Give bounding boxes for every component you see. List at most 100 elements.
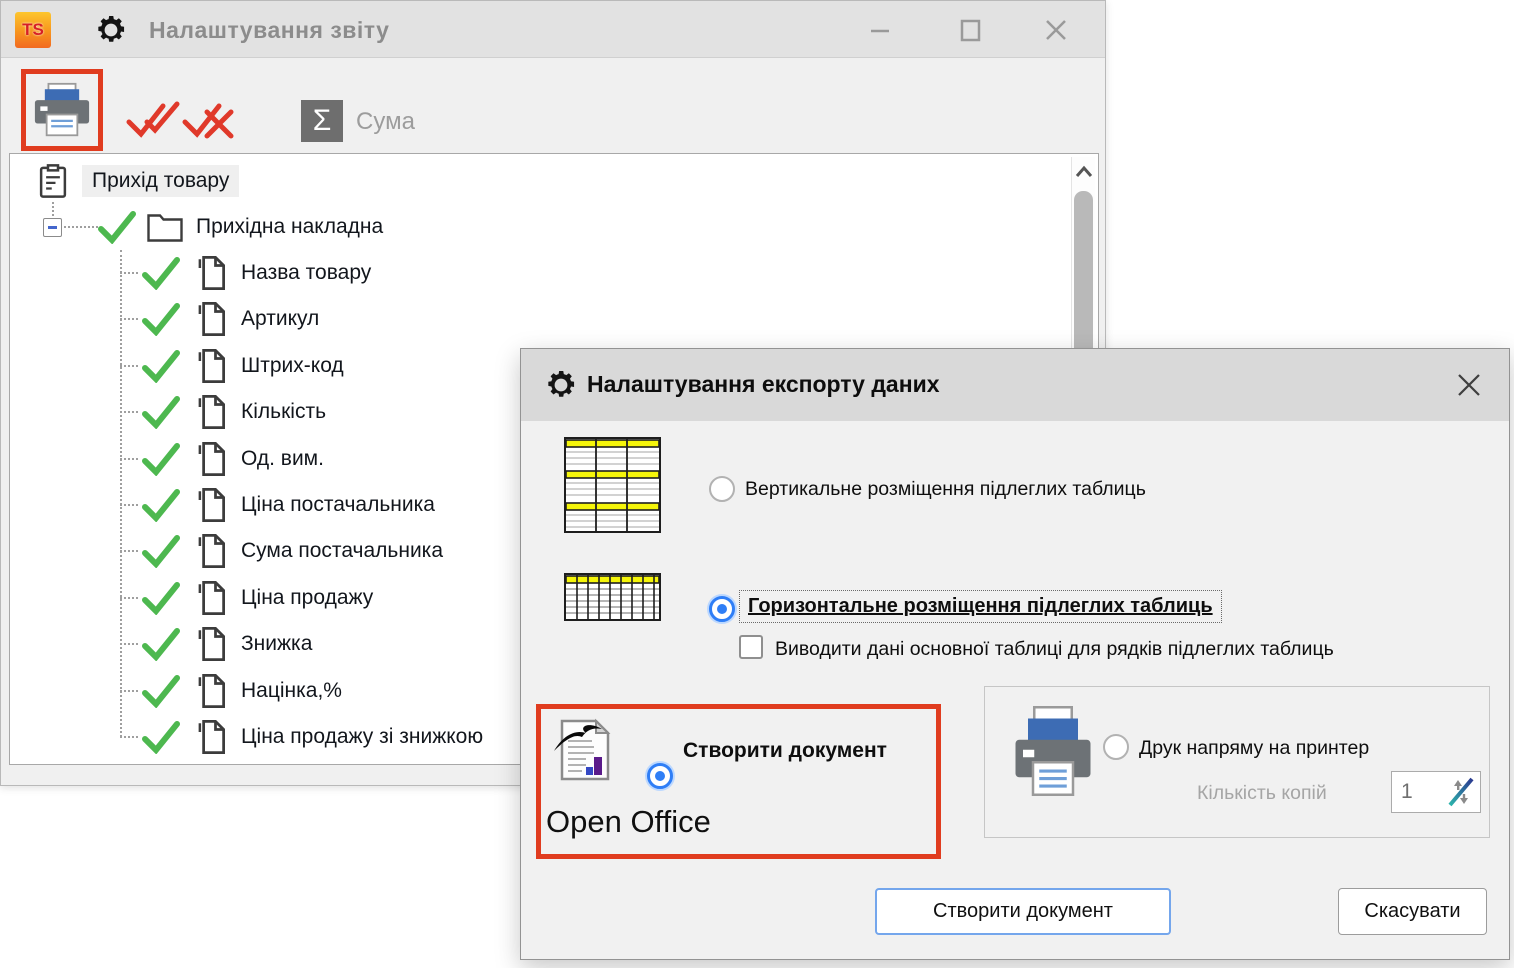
check-icon[interactable] <box>140 488 182 522</box>
tree-field-row[interactable]: Артикул <box>10 296 319 342</box>
printer-icon <box>1013 701 1093 801</box>
gear-icon <box>95 14 127 46</box>
sum-button[interactable]: Σ <box>301 100 343 142</box>
tree-field-row[interactable]: Кількість <box>10 389 326 435</box>
tree-connector <box>120 643 138 645</box>
tree-connector <box>120 458 138 460</box>
report-toolbar: Σ Сума <box>1 58 1105 153</box>
field-page-icon <box>198 626 228 662</box>
main-table-rows-label[interactable]: Виводити дані основної таблиці для рядкі… <box>775 638 1334 661</box>
tree-field-label: Штрих-код <box>241 354 344 378</box>
tree-field-label: Кількість <box>241 400 326 424</box>
copies-input[interactable] <box>1392 772 1442 812</box>
close-button[interactable] <box>1039 15 1073 45</box>
direct-print-label[interactable]: Друк напряму на принтер <box>1139 737 1369 760</box>
check-icon[interactable] <box>140 581 182 615</box>
field-page-icon <box>198 673 228 709</box>
export-titlebar[interactable]: Налаштування експорту даних <box>521 349 1509 421</box>
direct-print-radio[interactable] <box>1103 734 1129 760</box>
minimize-button[interactable] <box>863 15 897 45</box>
folder-icon <box>146 211 184 243</box>
collapse-expander[interactable] <box>43 218 62 237</box>
check-icon[interactable] <box>140 395 182 429</box>
app-logo: TS <box>15 12 51 48</box>
check-icon[interactable] <box>140 627 182 661</box>
horizontal-layout-label[interactable]: Горизонтальне розміщення підлеглих табли… <box>748 595 1213 617</box>
export-window-title: Налаштування експорту даних <box>587 371 940 398</box>
uncheck-all-button[interactable] <box>181 98 237 145</box>
create-document-button-label: Створити документ <box>933 900 1113 923</box>
field-page-icon <box>198 719 228 755</box>
tree-field-label: Націнка,% <box>241 679 342 703</box>
tree-connector <box>120 736 138 738</box>
tree-field-row[interactable]: Ціна постачальника <box>10 482 435 528</box>
vertical-layout-label[interactable]: Вертикальне розміщення підлеглих таблиць <box>745 478 1146 501</box>
scroll-up-icon[interactable] <box>1075 165 1093 179</box>
field-page-icon <box>198 580 228 616</box>
field-page-icon <box>198 487 228 523</box>
check-icon[interactable] <box>140 302 182 336</box>
gear-icon <box>545 369 577 401</box>
tree-connector <box>120 597 138 599</box>
tree-field-label: Сума постачальника <box>241 539 443 563</box>
field-page-icon <box>198 255 228 291</box>
check-all-button[interactable] <box>125 98 181 145</box>
check-icon[interactable] <box>96 210 138 244</box>
horizontal-layout-radio[interactable] <box>709 596 735 622</box>
direct-print-group: Друк напряму на принтер Кількість копій <box>984 686 1490 838</box>
sum-label: Сума <box>356 108 415 136</box>
tree-field-row[interactable]: Сума постачальника <box>10 528 443 574</box>
report-titlebar[interactable]: TS Налаштування звіту <box>1 1 1105 58</box>
tree-field-row[interactable]: Ціна продажу зі знижкою <box>10 714 483 760</box>
tree-field-row[interactable]: Од. вим. <box>10 436 324 482</box>
tree-group-label: Прихідна накладна <box>196 215 383 239</box>
tree-field-row[interactable]: Назва товару <box>10 250 371 296</box>
tree-field-label: Ціна продажу <box>241 586 373 610</box>
tree-root-row[interactable]: Прихід товару <box>38 158 239 204</box>
tree-connector <box>120 550 138 552</box>
field-page-icon <box>198 394 228 430</box>
print-button-highlighted[interactable] <box>21 69 103 151</box>
tree-field-label: Ціна постачальника <box>241 493 435 517</box>
tree-field-row[interactable]: Штрих-код <box>10 343 344 389</box>
tree-group-row[interactable]: Прихідна накладна <box>43 204 383 250</box>
copies-spinner[interactable] <box>1391 771 1481 813</box>
check-icon[interactable] <box>140 674 182 708</box>
main-table-rows-checkbox[interactable] <box>739 635 763 659</box>
tree-connector <box>120 272 138 274</box>
check-icon[interactable] <box>140 442 182 476</box>
close-button[interactable] <box>1455 371 1483 404</box>
cancel-button-label: Скасувати <box>1364 900 1460 923</box>
printer-icon <box>33 82 91 138</box>
sigma-icon: Σ <box>313 104 332 138</box>
tree-field-row[interactable]: Знижка <box>10 621 312 667</box>
tree-field-label: Знижка <box>241 632 312 656</box>
open-office-label: Open Office <box>546 804 711 840</box>
horizontal-tables-icon <box>564 573 661 621</box>
create-document-radio-label[interactable]: Створити документ <box>683 739 887 763</box>
field-page-icon <box>198 533 228 569</box>
report-window-title: Налаштування звіту <box>149 17 389 44</box>
tree-connector <box>120 690 138 692</box>
check-icon[interactable] <box>140 349 182 383</box>
tree-connector <box>120 504 138 506</box>
tree-field-row[interactable]: Ціна продажу <box>10 575 373 621</box>
tree-field-row[interactable]: Націнка,% <box>10 668 342 714</box>
check-icon[interactable] <box>140 534 182 568</box>
tree-connector <box>120 318 138 320</box>
tree-connector <box>120 411 138 413</box>
check-icon[interactable] <box>140 720 182 754</box>
double-check-icon <box>125 98 181 140</box>
spinner-updown-icon[interactable] <box>1442 772 1480 812</box>
export-settings-window: Налаштування експорту даних Вертикальне … <box>520 348 1510 960</box>
check-icon[interactable] <box>140 256 182 290</box>
horizontal-layout-label-box[interactable]: Горизонтальне розміщення підлеглих табли… <box>739 590 1222 623</box>
create-document-button[interactable]: Створити документ <box>875 888 1171 935</box>
cancel-button[interactable]: Скасувати <box>1338 888 1487 935</box>
tree-root-label: Прихід товару <box>82 165 239 197</box>
create-document-radio[interactable] <box>647 763 673 789</box>
maximize-button[interactable] <box>953 15 987 45</box>
vertical-layout-radio[interactable] <box>709 476 735 502</box>
field-page-icon <box>198 301 228 337</box>
vertical-tables-icon <box>564 437 661 533</box>
